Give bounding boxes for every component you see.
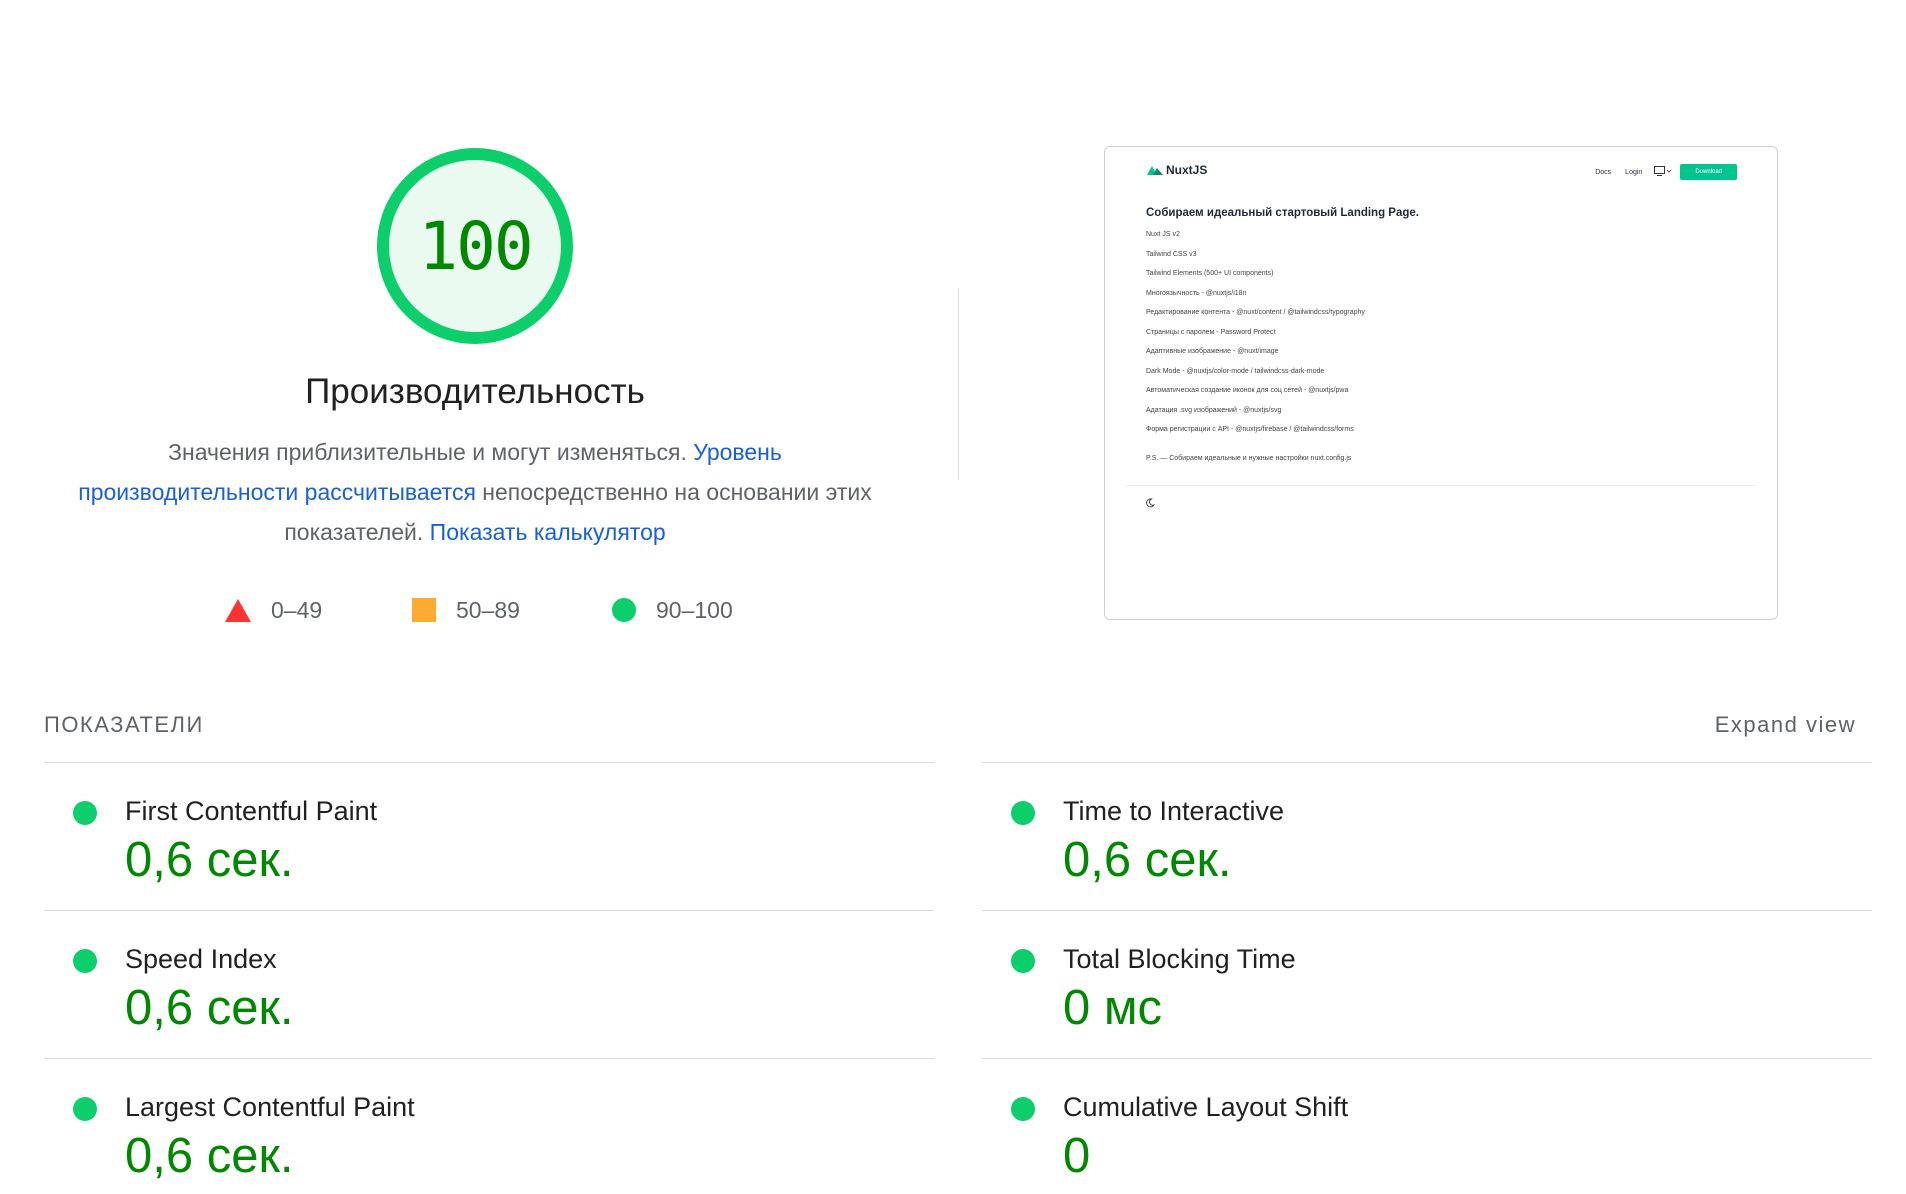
pass-circle-icon	[73, 1097, 97, 1121]
screenshot-logo-text: NuxtJS	[1166, 163, 1208, 177]
moon-icon	[1145, 495, 1156, 513]
screenshot-list-item: Tailwind CSS v3	[1146, 250, 1197, 258]
category-title: Производительность	[305, 372, 645, 411]
metric-value: 0,6 сек.	[125, 833, 294, 887]
pass-circle-icon	[73, 801, 97, 825]
screenshot-download-button: Download	[1680, 164, 1737, 180]
metric-divider	[982, 1058, 1872, 1059]
final-screenshot[interactable]: NuxtJS Docs Login Download Собираем идеа…	[1104, 146, 1778, 620]
screenshot-list-item: Автоматическая создание иконок для соц с…	[1146, 387, 1349, 394]
screenshot-list-item: Tailwind Elements (500+ UI components)	[1146, 270, 1274, 277]
pass-circle-icon	[1011, 949, 1035, 973]
monitor-icon	[1654, 163, 1672, 181]
description-text: Значения приблизительные и могут изменят…	[168, 439, 694, 465]
metric-value: 0 мс	[1063, 981, 1163, 1035]
screenshot-ps: P.S. — Собираем идеальные и нужные настр…	[1146, 455, 1352, 462]
screenshot-navbar: NuxtJS Docs Login Download	[1105, 147, 1777, 197]
screenshot-list-item: Адатация .svg изображений - @nuxtjs/svg	[1146, 406, 1282, 414]
metric-name: First Contentful Paint	[125, 796, 378, 826]
metric-value: 0	[1063, 1129, 1091, 1183]
metric-divider	[44, 762, 934, 763]
screenshot-list-item: Многоязычность - @nuxtjs/i18n	[1146, 289, 1247, 297]
nuxt-logo-icon	[1147, 166, 1163, 175]
screenshot-feature-list: Nuxt JS v2 Tailwind CSS v3 Tailwind Elem…	[1146, 230, 1365, 445]
metric-total-blocking-time: Total Blocking Time 0 мс	[982, 910, 1872, 1058]
screenshot-list-item: Редактирование контента - @nuxt/content …	[1146, 309, 1365, 316]
show-calculator-link[interactable]: Показать калькулятор	[430, 519, 666, 545]
circle-icon	[612, 598, 636, 622]
screenshot-divider	[1125, 485, 1757, 486]
metric-time-to-interactive: Time to Interactive 0,6 сек.	[982, 762, 1872, 910]
metric-divider	[982, 762, 1872, 763]
legend-label: 0–49	[271, 596, 323, 623]
screenshot-logo: NuxtJS	[1147, 163, 1207, 177]
triangle-icon	[225, 598, 251, 622]
metric-name: Time to Interactive	[1063, 796, 1285, 826]
legend-label: 90–100	[656, 596, 733, 623]
metric-divider	[44, 910, 934, 911]
pass-circle-icon	[1011, 801, 1035, 825]
metric-name: Cumulative Layout Shift	[1063, 1092, 1349, 1122]
metric-largest-contentful-paint: Largest Contentful Paint 0,6 сек.	[44, 1058, 934, 1194]
square-icon	[412, 598, 436, 622]
metric-speed-index: Speed Index 0,6 сек.	[44, 910, 934, 1058]
metric-name: Largest Contentful Paint	[125, 1092, 415, 1122]
metric-divider	[982, 910, 1872, 911]
score-description: Значения приблизительные и могут изменят…	[70, 432, 880, 552]
metric-cumulative-layout-shift: Cumulative Layout Shift 0	[982, 1058, 1872, 1194]
legend-item-pass: 90–100	[612, 592, 733, 628]
metric-divider	[44, 1058, 934, 1059]
legend-item-average: 50–89	[412, 592, 520, 628]
screenshot-list-item: Форма регистрации с API - @nuxtjs/fireba…	[1146, 426, 1354, 433]
screenshot-list-item: Страницы с паролем - Password Protect	[1146, 328, 1276, 336]
expand-view-button[interactable]: Expand view	[1715, 712, 1856, 738]
score-gauge: 100	[375, 146, 575, 346]
score-value: 100	[418, 207, 533, 285]
legend-item-fail: 0–49	[225, 592, 322, 628]
screenshot-nav-docs: Docs	[1595, 168, 1612, 176]
screenshot-list-item: Dark Mode - @nuxtjs/color-mode / tailwin…	[1146, 367, 1325, 375]
screenshot-heading: Собираем идеальный стартовый Landing Pag…	[1146, 207, 1419, 219]
metric-value: 0,6 сек.	[1063, 833, 1232, 887]
screenshot-nav-links: Docs Login Download	[1581, 163, 1737, 181]
metric-name: Total Blocking Time	[1063, 944, 1296, 974]
metrics-heading: ПОКАЗАТЕЛИ	[44, 712, 204, 737]
score-legend: 0–49 50–89 90–100	[0, 592, 950, 628]
vertical-divider	[958, 288, 959, 480]
metric-value: 0,6 сек.	[125, 1129, 294, 1183]
pass-circle-icon	[73, 949, 97, 973]
metric-value: 0,6 сек.	[125, 981, 294, 1035]
lighthouse-performance-panel: 100 Производительность Значения приблизи…	[0, 0, 1906, 1194]
legend-label: 50–89	[456, 596, 520, 623]
screenshot-list-item: Адаптивные изображение - @nuxt/image	[1146, 348, 1279, 355]
metric-name: Speed Index	[125, 944, 277, 974]
metric-first-contentful-paint: First Contentful Paint 0,6 сек.	[44, 762, 934, 910]
screenshot-list-item: Nuxt JS v2	[1146, 231, 1180, 238]
screenshot-nav-login: Login	[1625, 168, 1643, 176]
pass-circle-icon	[1011, 1097, 1035, 1121]
